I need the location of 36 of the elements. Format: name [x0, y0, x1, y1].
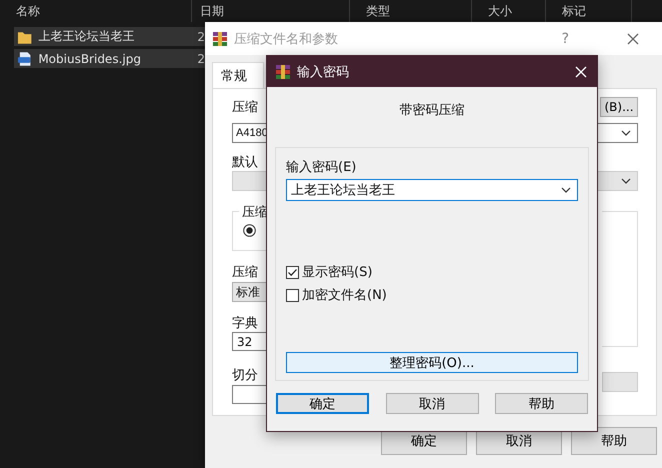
- checkbox[interactable]: 加密文件名(N): [286, 286, 387, 304]
- checkbox[interactable]: 显示密码(S): [286, 263, 372, 281]
- field-label: 字典: [232, 314, 258, 332]
- manage-passwords-button[interactable]: 整理密码(O)...: [286, 352, 578, 373]
- chevron-icon: [561, 187, 571, 193]
- dialog-heading: 带密码压缩: [398, 102, 466, 119]
- file-row[interactable]: MobiusBrides.jpg 2: [14, 49, 205, 68]
- window-title: 压缩文件名和参数: [234, 30, 339, 48]
- checkbox-label: 显示密码(S): [302, 264, 372, 281]
- dialog-button[interactable]: 帮助: [571, 427, 657, 455]
- window-title: 输入密码: [297, 64, 350, 80]
- tab[interactable]: 常规: [212, 62, 264, 88]
- field-label: 压缩: [232, 264, 258, 281]
- file-row[interactable]: 上老王论坛当老王 2: [14, 27, 205, 46]
- books-icon: [275, 64, 291, 80]
- field-label: 切分: [232, 366, 258, 384]
- dialog-button[interactable]: 取消: [386, 393, 478, 414]
- dialog-button[interactable]: 确定: [276, 393, 369, 414]
- chevron-icon: [621, 178, 631, 184]
- file-name: 上老王论坛当老王: [38, 28, 136, 45]
- password-field[interactable]: 上老王论坛当老王: [286, 179, 578, 201]
- image-file-icon: [17, 50, 32, 66]
- checkbox-label: 加密文件名(N): [302, 287, 387, 304]
- chevron-icon: [621, 130, 631, 136]
- help-button[interactable]: ?: [562, 30, 569, 46]
- dialog-button[interactable]: 帮助: [495, 393, 588, 414]
- file-name: MobiusBrides.jpg: [38, 52, 142, 66]
- file-date: 2: [197, 52, 205, 66]
- books-icon: [212, 30, 228, 46]
- field-label: 输入密码(E): [286, 159, 356, 176]
- file-date: 2: [197, 30, 205, 44]
- field-label: 压缩: [232, 99, 258, 116]
- field-label: 默认: [232, 154, 258, 171]
- browse-button[interactable]: (B)...: [600, 97, 638, 117]
- radio-button[interactable]: [243, 224, 256, 237]
- column-header[interactable]: 名称: [0, 0, 192, 22]
